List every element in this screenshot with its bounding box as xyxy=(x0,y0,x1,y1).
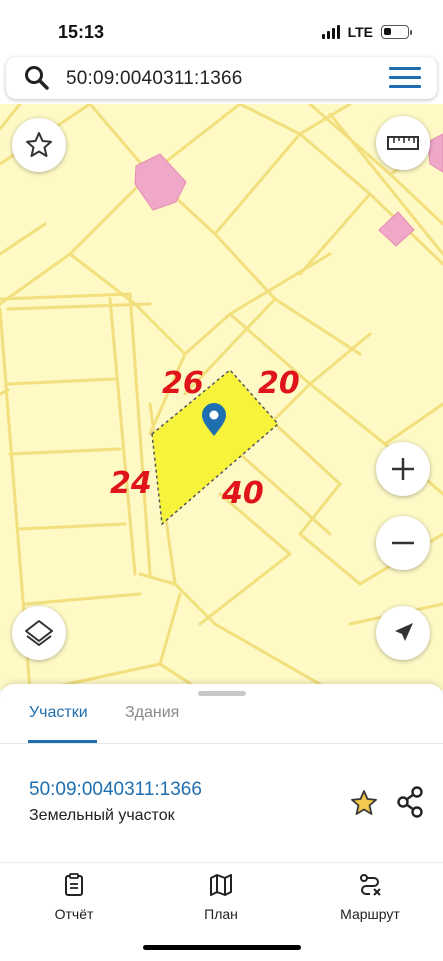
nav-report-label: Отчёт xyxy=(54,906,94,922)
zoom-in-icon xyxy=(392,458,414,480)
home-indicator xyxy=(143,945,301,950)
nav-report[interactable]: Отчёт xyxy=(44,873,104,922)
share-button[interactable] xyxy=(395,786,425,823)
battery-icon xyxy=(381,25,412,39)
route-icon xyxy=(360,874,381,896)
building-shape xyxy=(427,133,443,173)
search-input[interactable]: 50:09:0040311:1366 xyxy=(66,68,243,90)
map-canvas[interactable] xyxy=(0,104,443,690)
my-location-button[interactable] xyxy=(376,606,430,660)
map-annotation: 20 xyxy=(258,366,300,401)
ruler-button[interactable] xyxy=(376,116,430,170)
ruler-icon xyxy=(387,136,419,150)
signal-icon xyxy=(321,25,340,39)
bottom-sheet[interactable]: Участки Здания 50:09:0040311:1366 Земель… xyxy=(0,684,443,862)
map-icon xyxy=(210,874,232,896)
search-icon[interactable] xyxy=(24,65,50,91)
network-label: LTE xyxy=(347,24,373,40)
parcel-type: Земельный участок xyxy=(29,807,175,824)
building-shape xyxy=(378,211,415,247)
map-view[interactable]: 26 20 24 40 xyxy=(0,104,443,690)
zoom-in-button[interactable] xyxy=(376,442,430,496)
tab-buildings[interactable]: Здания xyxy=(125,704,179,722)
status-time: 15:13 xyxy=(58,22,105,42)
divider xyxy=(0,743,443,744)
status-bar: 15:13 LTE xyxy=(0,0,443,56)
menu-icon[interactable] xyxy=(389,67,421,89)
share-icon xyxy=(397,786,423,818)
clipboard-icon xyxy=(65,873,83,896)
location-arrow-icon xyxy=(395,623,413,641)
favorite-map-button[interactable] xyxy=(12,118,66,172)
map-annotation: 24 xyxy=(110,466,152,501)
map-annotation: 26 xyxy=(162,366,204,401)
nav-plan-label: План xyxy=(204,906,238,922)
layers-button[interactable] xyxy=(12,606,66,660)
favorite-button[interactable] xyxy=(349,788,379,823)
star-icon xyxy=(351,790,377,815)
search-bar[interactable]: 50:09:0040311:1366 xyxy=(6,57,437,99)
sheet-handle[interactable] xyxy=(198,691,246,696)
nav-plan[interactable]: План xyxy=(191,873,251,922)
layers-icon xyxy=(25,620,53,646)
star-icon xyxy=(26,132,52,157)
zoom-out-button[interactable] xyxy=(376,516,430,570)
nav-route-label: Маршрут xyxy=(340,906,400,922)
status-icons: LTE xyxy=(321,24,412,40)
parcel-cadastral-number[interactable]: 50:09:0040311:1366 xyxy=(29,779,202,801)
map-annotation: 40 xyxy=(222,476,264,511)
zoom-out-icon xyxy=(392,541,414,545)
tab-parcels[interactable]: Участки xyxy=(29,704,88,722)
nav-route[interactable]: Маршрут xyxy=(330,873,410,922)
